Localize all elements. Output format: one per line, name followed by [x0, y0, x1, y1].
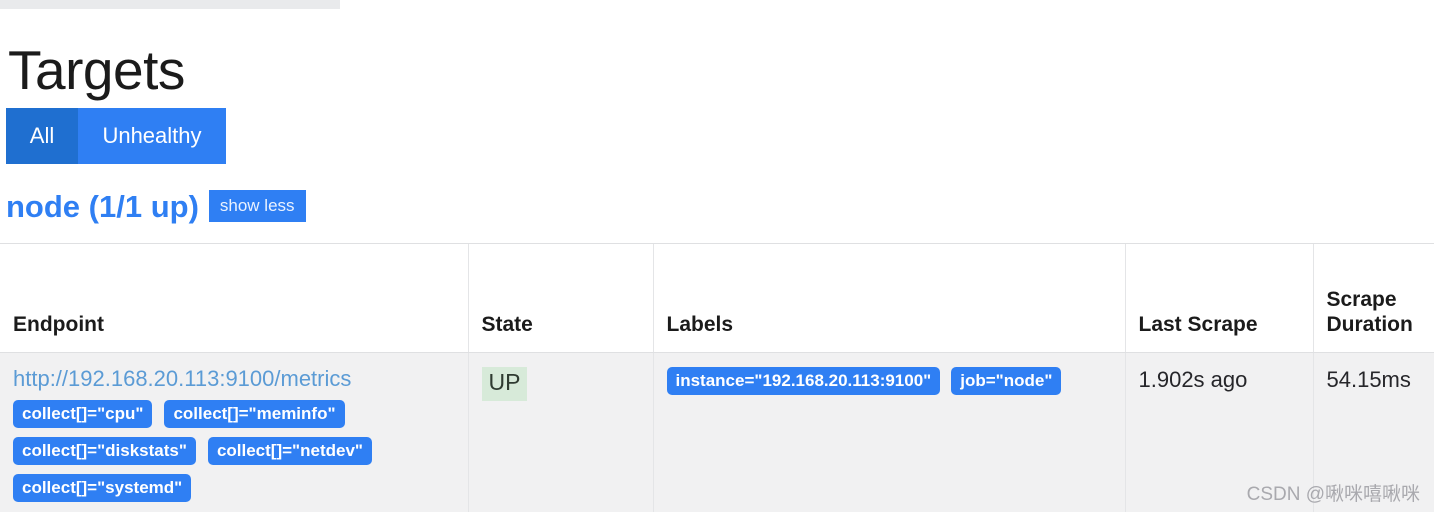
param-badge[interactable]: collect[]="diskstats": [13, 437, 196, 466]
target-filter-group: All Unhealthy: [6, 108, 226, 164]
filter-unhealthy-button[interactable]: Unhealthy: [78, 108, 226, 164]
targets-table: Endpoint State Labels Last Scrape Scrape…: [0, 243, 1434, 512]
endpoint-link[interactable]: http://192.168.20.113:9100/metrics: [13, 366, 468, 391]
filter-all-button[interactable]: All: [6, 108, 78, 164]
last-scrape-value: 1.902s ago: [1138, 367, 1248, 392]
label-badge-instance[interactable]: instance="192.168.20.113:9100": [666, 367, 941, 396]
param-badge[interactable]: collect[]="cpu": [13, 400, 153, 429]
table-body: http://192.168.20.113:9100/metrics colle…: [0, 352, 1434, 512]
cell-state: UP: [467, 352, 653, 512]
column-header-labels[interactable]: Labels: [652, 243, 1125, 353]
column-header-last-scrape[interactable]: Last Scrape: [1124, 243, 1313, 353]
label-badges: instance="192.168.20.113:9100" job="node…: [666, 367, 1125, 396]
param-badge[interactable]: collect[]="systemd": [13, 474, 192, 503]
table-header: Endpoint State Labels Last Scrape Scrape…: [0, 243, 1434, 353]
job-title: node (1/1 up): [6, 188, 199, 224]
table-header-row: Endpoint State Labels Last Scrape Scrape…: [0, 243, 1434, 353]
param-badge[interactable]: collect[]="netdev": [207, 437, 372, 466]
scrape-duration-value: 54.15ms: [1326, 367, 1411, 392]
label-badge-job[interactable]: job="node": [951, 367, 1062, 396]
cell-last-scrape: 1.902s ago: [1124, 352, 1313, 512]
page-title: Targets: [8, 38, 185, 101]
targets-page: Targets All Unhealthy node (1/1 up) show…: [0, 0, 1434, 512]
cell-scrape-duration: 54.15ms: [1312, 352, 1434, 512]
show-less-button[interactable]: show less: [208, 190, 306, 222]
status-badge: UP: [481, 367, 528, 401]
job-header: node (1/1 up) show less: [6, 190, 306, 222]
top-strip: [0, 0, 340, 9]
column-header-scrape-duration[interactable]: Scrape Duration: [1312, 243, 1434, 353]
cell-endpoint: http://192.168.20.113:9100/metrics colle…: [0, 352, 468, 512]
endpoint-params: collect[]="cpu" collect[]="meminfo" coll…: [13, 400, 453, 503]
column-header-endpoint[interactable]: Endpoint: [0, 243, 468, 353]
param-badge[interactable]: collect[]="meminfo": [164, 400, 345, 429]
column-header-state[interactable]: State: [467, 243, 653, 353]
cell-labels: instance="192.168.20.113:9100" job="node…: [652, 352, 1125, 512]
table-row: http://192.168.20.113:9100/metrics colle…: [0, 352, 1434, 512]
